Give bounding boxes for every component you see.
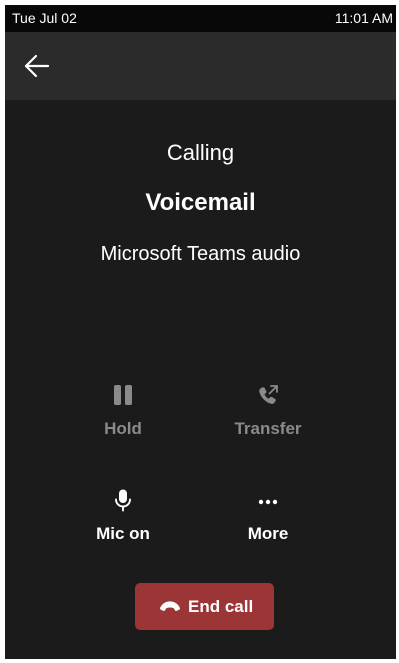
- call-status: Calling: [166, 140, 235, 165]
- hold-label: Hold: [104, 419, 142, 438]
- transfer-label: Transfer: [234, 419, 302, 438]
- end-call-button[interactable]: End call: [135, 583, 274, 630]
- transfer-button[interactable]: Transfer: [208, 383, 328, 453]
- arrow-left-icon: [24, 54, 50, 78]
- more-label: More: [247, 524, 289, 543]
- mic-button[interactable]: Mic on: [63, 488, 183, 558]
- hold-button[interactable]: Hold: [63, 383, 183, 453]
- microphone-icon: [115, 489, 131, 512]
- more-button[interactable]: More: [208, 488, 328, 558]
- phone-transfer-icon: [259, 385, 278, 404]
- call-screen: Tue Jul 02 11:01 AM Calling Voicemail Mi…: [5, 5, 396, 659]
- status-date: Tue Jul 02: [12, 10, 77, 26]
- back-button[interactable]: [19, 50, 53, 82]
- pause-icon: [114, 385, 132, 405]
- hang-up-icon: [160, 601, 180, 611]
- more-dots-icon: [258, 499, 278, 505]
- mic-label: Mic on: [96, 524, 150, 543]
- end-call-label: End call: [188, 597, 254, 616]
- status-time: 11:01 AM: [334, 10, 393, 26]
- header-bar: [5, 32, 396, 100]
- status-bar: Tue Jul 02 11:01 AM: [5, 5, 396, 32]
- call-type: Microsoft Teams audio: [100, 243, 301, 265]
- callee-name: Voicemail: [145, 189, 256, 216]
